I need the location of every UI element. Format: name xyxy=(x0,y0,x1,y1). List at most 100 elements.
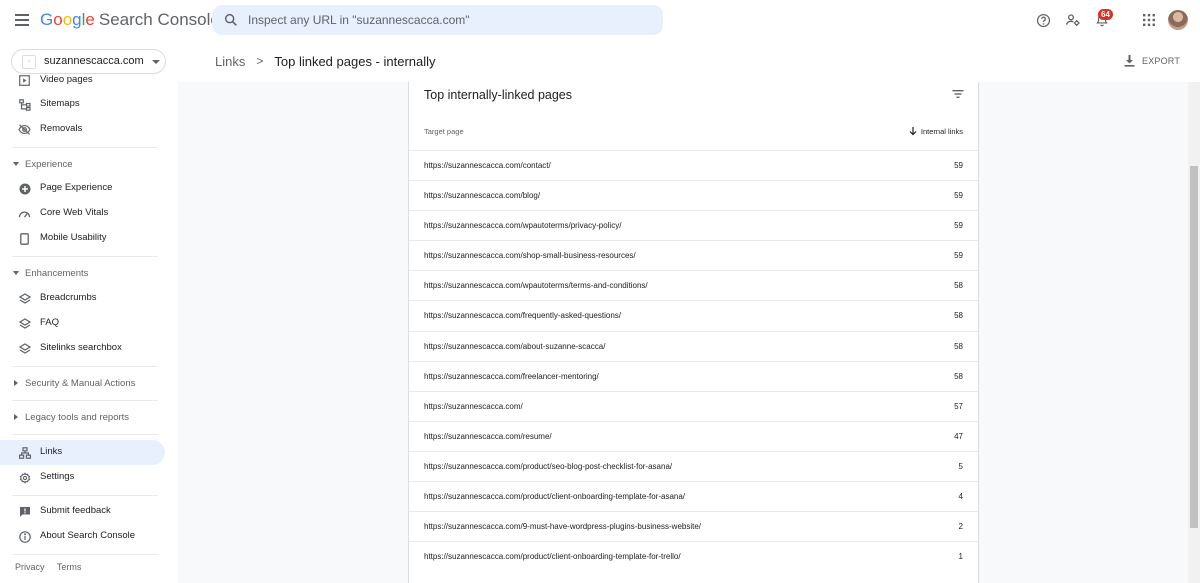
info-icon xyxy=(18,530,31,543)
page-experience-icon xyxy=(18,182,31,195)
terms-link[interactable]: Terms xyxy=(57,562,82,572)
search-console-logo[interactable]: Google Search Console xyxy=(40,10,220,30)
sidebar-item-label: About Search Console xyxy=(40,530,136,541)
internal-links-count: 59 xyxy=(954,251,963,261)
breadcrumb-links[interactable]: Links xyxy=(215,54,245,69)
target-page-url: https://suzannescacca.com/wpautoterms/pr… xyxy=(424,221,622,231)
sidebar-item-page-experience[interactable]: Page Experience xyxy=(0,176,165,201)
internal-links-count: 58 xyxy=(954,341,963,351)
page-scrollbar[interactable] xyxy=(1188,82,1200,583)
target-page-url: https://suzannescacca.com/contact/ xyxy=(424,161,551,170)
column-header-internal-links[interactable]: Internal links xyxy=(909,127,963,136)
column-header-target-page[interactable]: Target page xyxy=(424,127,464,136)
table-row[interactable]: https://suzannescacca.com/57 xyxy=(409,390,978,421)
sidebar-item-removals[interactable]: Removals xyxy=(0,117,165,142)
apps-grid-icon[interactable] xyxy=(1139,10,1159,30)
filter-icon[interactable] xyxy=(951,87,965,101)
table-row[interactable]: https://suzannescacca.com/blog/59 xyxy=(409,180,978,210)
chevron-down-icon xyxy=(13,162,19,166)
table-row[interactable]: https://suzannescacca.com/frequently-ask… xyxy=(409,300,978,330)
sidebar-item-label: Mobile Usability xyxy=(40,232,107,243)
internal-links-count: 47 xyxy=(954,431,963,441)
sidebar-divider xyxy=(12,554,158,555)
chevron-right-icon xyxy=(14,414,18,420)
table-row[interactable]: https://suzannescacca.com/9-must-have-wo… xyxy=(409,511,978,541)
sidebar-item-core-web-vitals[interactable]: Core Web Vitals xyxy=(0,201,165,226)
section-enhancements[interactable]: Enhancements xyxy=(0,263,165,283)
sidebar-footer: Privacy Terms xyxy=(15,562,91,572)
sidebar-item-label: Removals xyxy=(40,123,83,134)
privacy-link[interactable]: Privacy xyxy=(15,562,45,572)
sidebar-divider xyxy=(12,366,158,367)
column-header-label: Internal links xyxy=(920,127,963,136)
target-page-url: https://suzannescacca.com/shop-small-bus… xyxy=(424,251,636,261)
sidebar-item-sitelinks-searchbox[interactable]: Sitelinks searchbox xyxy=(0,336,165,361)
hamburger-menu-icon[interactable] xyxy=(12,10,32,30)
table-row[interactable]: https://suzannescacca.com/shop-small-bus… xyxy=(409,240,978,270)
google-wordmark: Google xyxy=(40,10,95,29)
property-selector[interactable]: ~ suzannescacca.com xyxy=(11,49,166,74)
target-page-url: https://suzannescacca.com/product/seo-bl… xyxy=(424,461,673,471)
arrow-down-icon xyxy=(909,127,917,136)
manage-users-icon[interactable] xyxy=(1063,10,1083,30)
chevron-down-icon xyxy=(152,60,160,64)
table-row[interactable]: https://suzannescacca.com/about-suzanne-… xyxy=(409,330,978,361)
table-row[interactable]: https://suzannescacca.com/wpautoterms/pr… xyxy=(409,210,978,240)
help-icon[interactable] xyxy=(1033,10,1053,30)
search-icon xyxy=(224,13,237,26)
gear-icon xyxy=(18,471,31,484)
sidebar-item-links[interactable]: Links xyxy=(0,440,165,465)
table-row[interactable]: https://suzannescacca.com/resume/47 xyxy=(409,420,978,451)
table-row[interactable]: https://suzannescacca.com/product/client… xyxy=(409,541,978,571)
removals-icon xyxy=(18,123,31,136)
target-page-url: https://suzannescacca.com/ xyxy=(424,401,523,411)
card-title: Top internally-linked pages xyxy=(424,88,573,102)
sidebar-item-breadcrumbs[interactable]: Breadcrumbs xyxy=(0,286,165,311)
video-pages-icon xyxy=(18,74,31,87)
section-label: Security & Manual Actions xyxy=(25,378,136,389)
core-web-vitals-icon xyxy=(18,207,31,220)
export-button[interactable]: EXPORT xyxy=(1124,52,1180,70)
account-avatar[interactable] xyxy=(1168,10,1188,30)
internal-links-count: 59 xyxy=(954,191,963,201)
scrollbar-thumb[interactable] xyxy=(1190,166,1198,528)
sidebar-item-mobile-usability[interactable]: Mobile Usability xyxy=(0,226,165,251)
property-name: suzannescacca.com xyxy=(44,55,144,67)
table-row[interactable]: https://suzannescacca.com/freelancer-men… xyxy=(409,360,978,391)
top-linked-pages-card: Top internally-linked pages Target page … xyxy=(408,82,979,583)
table-row[interactable]: https://suzannescacca.com/wpautoterms/te… xyxy=(409,270,978,300)
target-page-url: https://suzannescacca.com/blog/ xyxy=(424,191,541,201)
internal-links-count: 2 xyxy=(958,522,963,532)
sidebar-item-label: Breadcrumbs xyxy=(40,292,97,303)
search-input[interactable] xyxy=(248,10,648,30)
internal-links-count: 1 xyxy=(958,552,963,562)
table-row[interactable]: https://suzannescacca.com/contact/59 xyxy=(409,150,978,180)
layers-icon xyxy=(18,342,31,355)
main-content: Top internally-linked pages Target page … xyxy=(178,82,1188,583)
url-inspection-search[interactable] xyxy=(212,5,663,35)
sidebar-item-settings[interactable]: Settings xyxy=(0,465,165,490)
section-experience[interactable]: Experience xyxy=(0,154,165,174)
target-page-url: https://suzannescacca.com/resume/ xyxy=(424,431,552,441)
sidebar-item-submit-feedback[interactable]: Submit feedback xyxy=(0,499,165,524)
sidebar-divider xyxy=(12,400,158,401)
property-favicon-icon: ~ xyxy=(22,55,36,69)
section-label: Legacy tools and reports xyxy=(25,412,130,423)
sidebar-item-faq[interactable]: FAQ xyxy=(0,311,165,336)
page-title: Top linked pages - internally xyxy=(274,53,436,69)
product-name: Search Console xyxy=(98,10,220,29)
sidebar-item-sitemaps[interactable]: Sitemaps xyxy=(0,92,165,117)
notifications-count-badge: 64 xyxy=(1098,9,1113,20)
sitemaps-icon xyxy=(18,98,31,111)
section-security-manual-actions[interactable]: Security & Manual Actions xyxy=(0,373,165,393)
sidebar-item-label: Page Experience xyxy=(40,182,113,193)
table-row[interactable]: https://suzannescacca.com/product/seo-bl… xyxy=(409,450,978,481)
internal-links-count: 5 xyxy=(958,461,963,471)
section-legacy-tools[interactable]: Legacy tools and reports xyxy=(0,407,165,427)
target-page-url: https://suzannescacca.com/frequently-ask… xyxy=(424,311,621,321)
sidebar-divider xyxy=(12,256,158,257)
table-row[interactable]: https://suzannescacca.com/product/client… xyxy=(409,481,978,511)
internal-links-count: 57 xyxy=(954,401,963,411)
sidebar-item-label: Core Web Vitals xyxy=(40,207,109,218)
sidebar-item-about[interactable]: About Search Console xyxy=(0,524,165,549)
